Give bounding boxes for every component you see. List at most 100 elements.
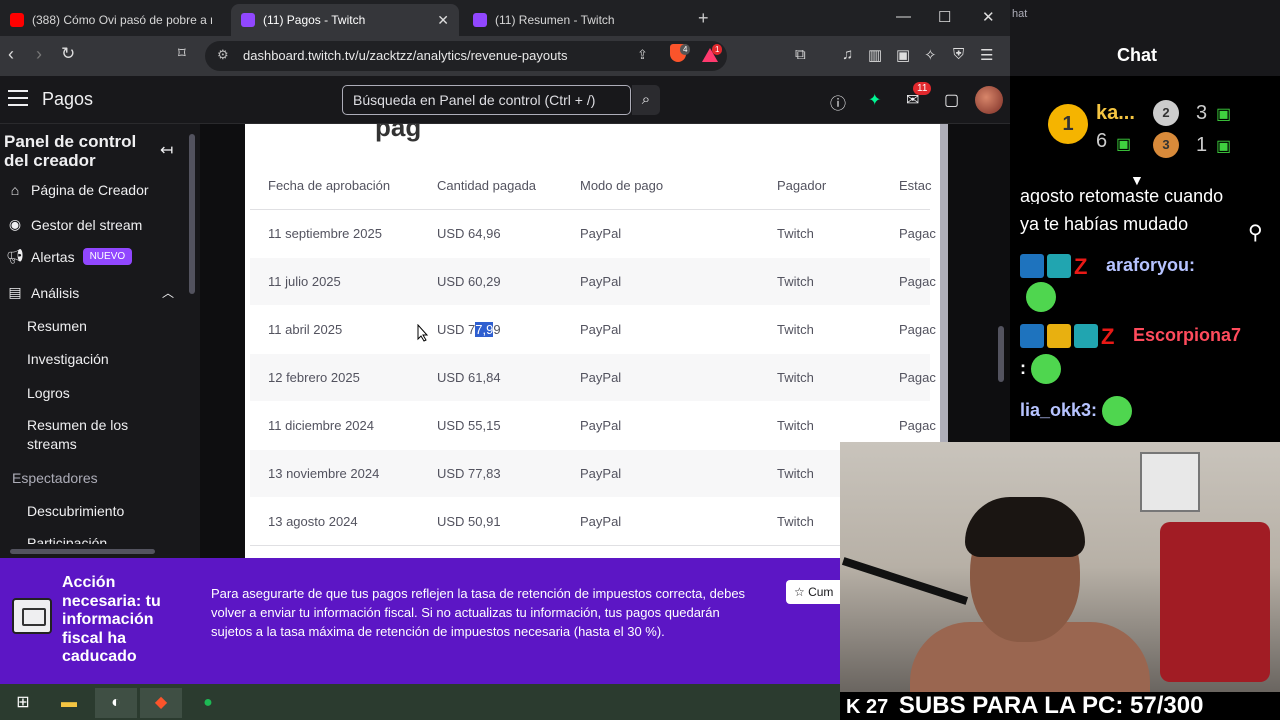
wallet-icon[interactable]: ▣ xyxy=(896,46,910,64)
badge-icon xyxy=(1074,324,1098,348)
gift-icon: ▣ xyxy=(1216,106,1232,123)
tab-label: (11) Resumen - Twitch xyxy=(495,13,615,27)
bookmark-icon[interactable]: ⌑ xyxy=(178,44,186,62)
leader-first-name: ka... xyxy=(1096,102,1135,124)
rank-2-medal: 2 xyxy=(1153,100,1179,126)
sidebar-subitem-research[interactable]: Investigación xyxy=(27,350,167,369)
menu-icon[interactable] xyxy=(8,90,28,106)
back-icon[interactable]: ‹ xyxy=(8,44,14,65)
sidebar-item-creator-page[interactable]: ⌂ Página de Creador xyxy=(6,182,149,198)
search-button[interactable]: ⌕ xyxy=(632,85,660,115)
sidebar-horizontal-scrollbar[interactable] xyxy=(10,549,155,554)
webcam-chair xyxy=(1160,522,1270,682)
badge-icon xyxy=(1020,324,1044,348)
tab-resumen[interactable]: (11) Resumen - Twitch xyxy=(463,4,691,36)
twitch-top-nav: Pagos Búsqueda en Panel de control (Ctrl… xyxy=(0,76,1010,124)
cell-payer: Twitch xyxy=(777,226,814,241)
emote-icon xyxy=(1102,396,1133,426)
sidebar-subitem-engagement[interactable]: Participación xyxy=(27,534,167,544)
share-icon[interactable]: ⇪ xyxy=(637,47,648,63)
chat-username[interactable]: araforyou: xyxy=(1106,255,1195,275)
sidebar-item-label: Página de Creador xyxy=(31,182,149,198)
tax-info-banner: Acción necesaria: tu información fiscal … xyxy=(0,558,856,684)
inbox-badge: 11 xyxy=(913,82,932,95)
site-settings-icon[interactable]: ⚙ xyxy=(217,47,229,63)
obs-icon[interactable]: ◐ xyxy=(95,688,137,718)
column-header-method[interactable]: Modo de pago xyxy=(580,178,663,193)
rank-1-medal: 1 xyxy=(1048,104,1088,144)
chat-title: Chat xyxy=(1117,45,1157,65)
tab-label: (11) Pagos - Twitch xyxy=(263,13,366,27)
badge-icon xyxy=(1020,254,1044,278)
sub-goal-text: SUBS PARA LA PC: 57/300 xyxy=(898,692,1204,719)
close-window-icon[interactable]: ✕ xyxy=(982,8,995,26)
address-bar[interactable]: ⚙ dashboard.twitch.tv/u/zacktzz/analytic… xyxy=(205,41,727,71)
chevron-up-icon: ︿ xyxy=(161,286,174,300)
taskbar: ⊞ ▬ ◐ ◆ ● xyxy=(0,684,840,720)
close-tab-icon[interactable]: ✕ xyxy=(437,12,449,29)
chat-message: Z Escorpiona7 xyxy=(1020,324,1241,349)
search-input[interactable]: Búsqueda en Panel de control (Ctrl + /) xyxy=(342,85,631,115)
browser-toolbar: ‹ › ↻ ⌑ ⚙ dashboard.twitch.tv/u/zacktzz/… xyxy=(0,36,1010,76)
main-scrollbar[interactable] xyxy=(940,124,948,442)
menu-icon[interactable]: ☰ xyxy=(980,46,993,64)
chat-message: lia_okk3: xyxy=(1020,396,1133,426)
sidebar-subitem-summary[interactable]: Resumen xyxy=(27,317,167,336)
chat-scrollbar[interactable] xyxy=(998,326,1004,382)
column-header-amount[interactable]: Cantidad pagada xyxy=(437,178,536,193)
column-header-date[interactable]: Fecha de aprobación xyxy=(268,178,390,193)
chat-username[interactable]: lia_okk3: xyxy=(1020,400,1097,420)
sidebar-subitem-achievements[interactable]: Logros xyxy=(27,384,167,403)
avatar[interactable] xyxy=(975,86,1003,114)
cell-payer: Twitch xyxy=(777,514,814,529)
spotify-icon[interactable]: ● xyxy=(187,688,229,718)
gift-icon: ▣ xyxy=(1216,138,1232,155)
chat-message-text: ya te habías mudado xyxy=(1020,214,1189,234)
column-header-status[interactable]: Estac xyxy=(899,178,932,193)
chart-icon: ▤ xyxy=(8,284,22,300)
cell-date: 13 agosto 2024 xyxy=(268,514,358,529)
vpn-icon[interactable]: ⛨ xyxy=(953,46,964,63)
pin-icon[interactable]: ⚲ xyxy=(1248,220,1263,245)
crown-icon[interactable]: ✦ xyxy=(868,90,881,110)
chat-header: hat Chat xyxy=(1010,0,1280,76)
chat-username[interactable]: Escorpiona7 xyxy=(1133,325,1241,345)
sidebar-subitem-stream-summary[interactable]: Resumen de los streams xyxy=(27,416,167,454)
brave-icon[interactable]: ◆ xyxy=(140,688,182,718)
chat-label: hat xyxy=(1012,8,1028,20)
reload-icon[interactable]: ↻ xyxy=(61,44,75,64)
webcam-mic xyxy=(841,557,969,605)
table-row: 11 septiembre 2025 USD 64,96 PayPal Twit… xyxy=(250,210,936,257)
file-explorer-icon[interactable]: ▬ xyxy=(48,688,90,718)
sidebar-item-stream-manager[interactable]: ◉ Gestor del stream xyxy=(6,216,142,233)
chat-panel: hat Chat 1 ka... 6 ▣ 2 3 ▣ 3 1 ▣ ▼ agost… xyxy=(1010,0,1280,442)
music-icon[interactable]: ♫ xyxy=(842,46,853,63)
sidebar-item-alerts[interactable]: 📢︎ Alertas NUEVO xyxy=(6,248,133,265)
sidebar-scrollbar[interactable] xyxy=(189,134,195,294)
sidebar-item-analytics[interactable]: ▤ Análisis ︿ xyxy=(6,284,174,301)
cell-method: PayPal xyxy=(580,466,622,481)
sidebar-icon[interactable]: ▥ xyxy=(868,46,882,64)
document-icon xyxy=(12,598,52,634)
table-row: 13 agosto 2024 USD 50,91 PayPal Twitch xyxy=(250,498,930,545)
maximize-icon[interactable]: ☐ xyxy=(938,8,951,26)
cell-date: 13 noviembre 2024 xyxy=(268,466,380,481)
cell-payer: Twitch xyxy=(777,322,814,337)
ai-icon[interactable]: ✧ xyxy=(924,46,937,64)
help-icon[interactable]: ⓘ xyxy=(830,90,846,114)
tab-pagos[interactable]: (11) Pagos - Twitch ✕ xyxy=(231,4,459,36)
table-row: 11 abril 2025 USD 77,99 PayPal Twitch Pa… xyxy=(250,306,936,353)
windows-start-icon[interactable]: ⊞ xyxy=(2,688,44,718)
table-row: 11 diciembre 2024 USD 55,15 PayPal Twitc… xyxy=(250,402,936,449)
minimize-icon[interactable]: — xyxy=(896,8,911,25)
sidebar-subitem-discovery[interactable]: Descubrimiento xyxy=(27,502,167,521)
cell-date: 11 septiembre 2025 xyxy=(268,226,382,241)
tab-youtube[interactable]: (388) Cómo Ovi pasó de pobre a mú xyxy=(0,4,226,36)
tab-search-icon[interactable]: ⧉ xyxy=(795,46,806,63)
whispers-icon[interactable]: ▢ xyxy=(944,90,959,110)
new-tab-button[interactable]: + xyxy=(698,8,709,29)
forward-icon[interactable]: › xyxy=(36,44,42,65)
collapse-sidebar-icon[interactable]: ↤ xyxy=(160,140,173,160)
column-header-payer[interactable]: Pagador xyxy=(777,178,826,193)
banner-title: Acción necesaria: tu información fiscal … xyxy=(62,574,161,665)
